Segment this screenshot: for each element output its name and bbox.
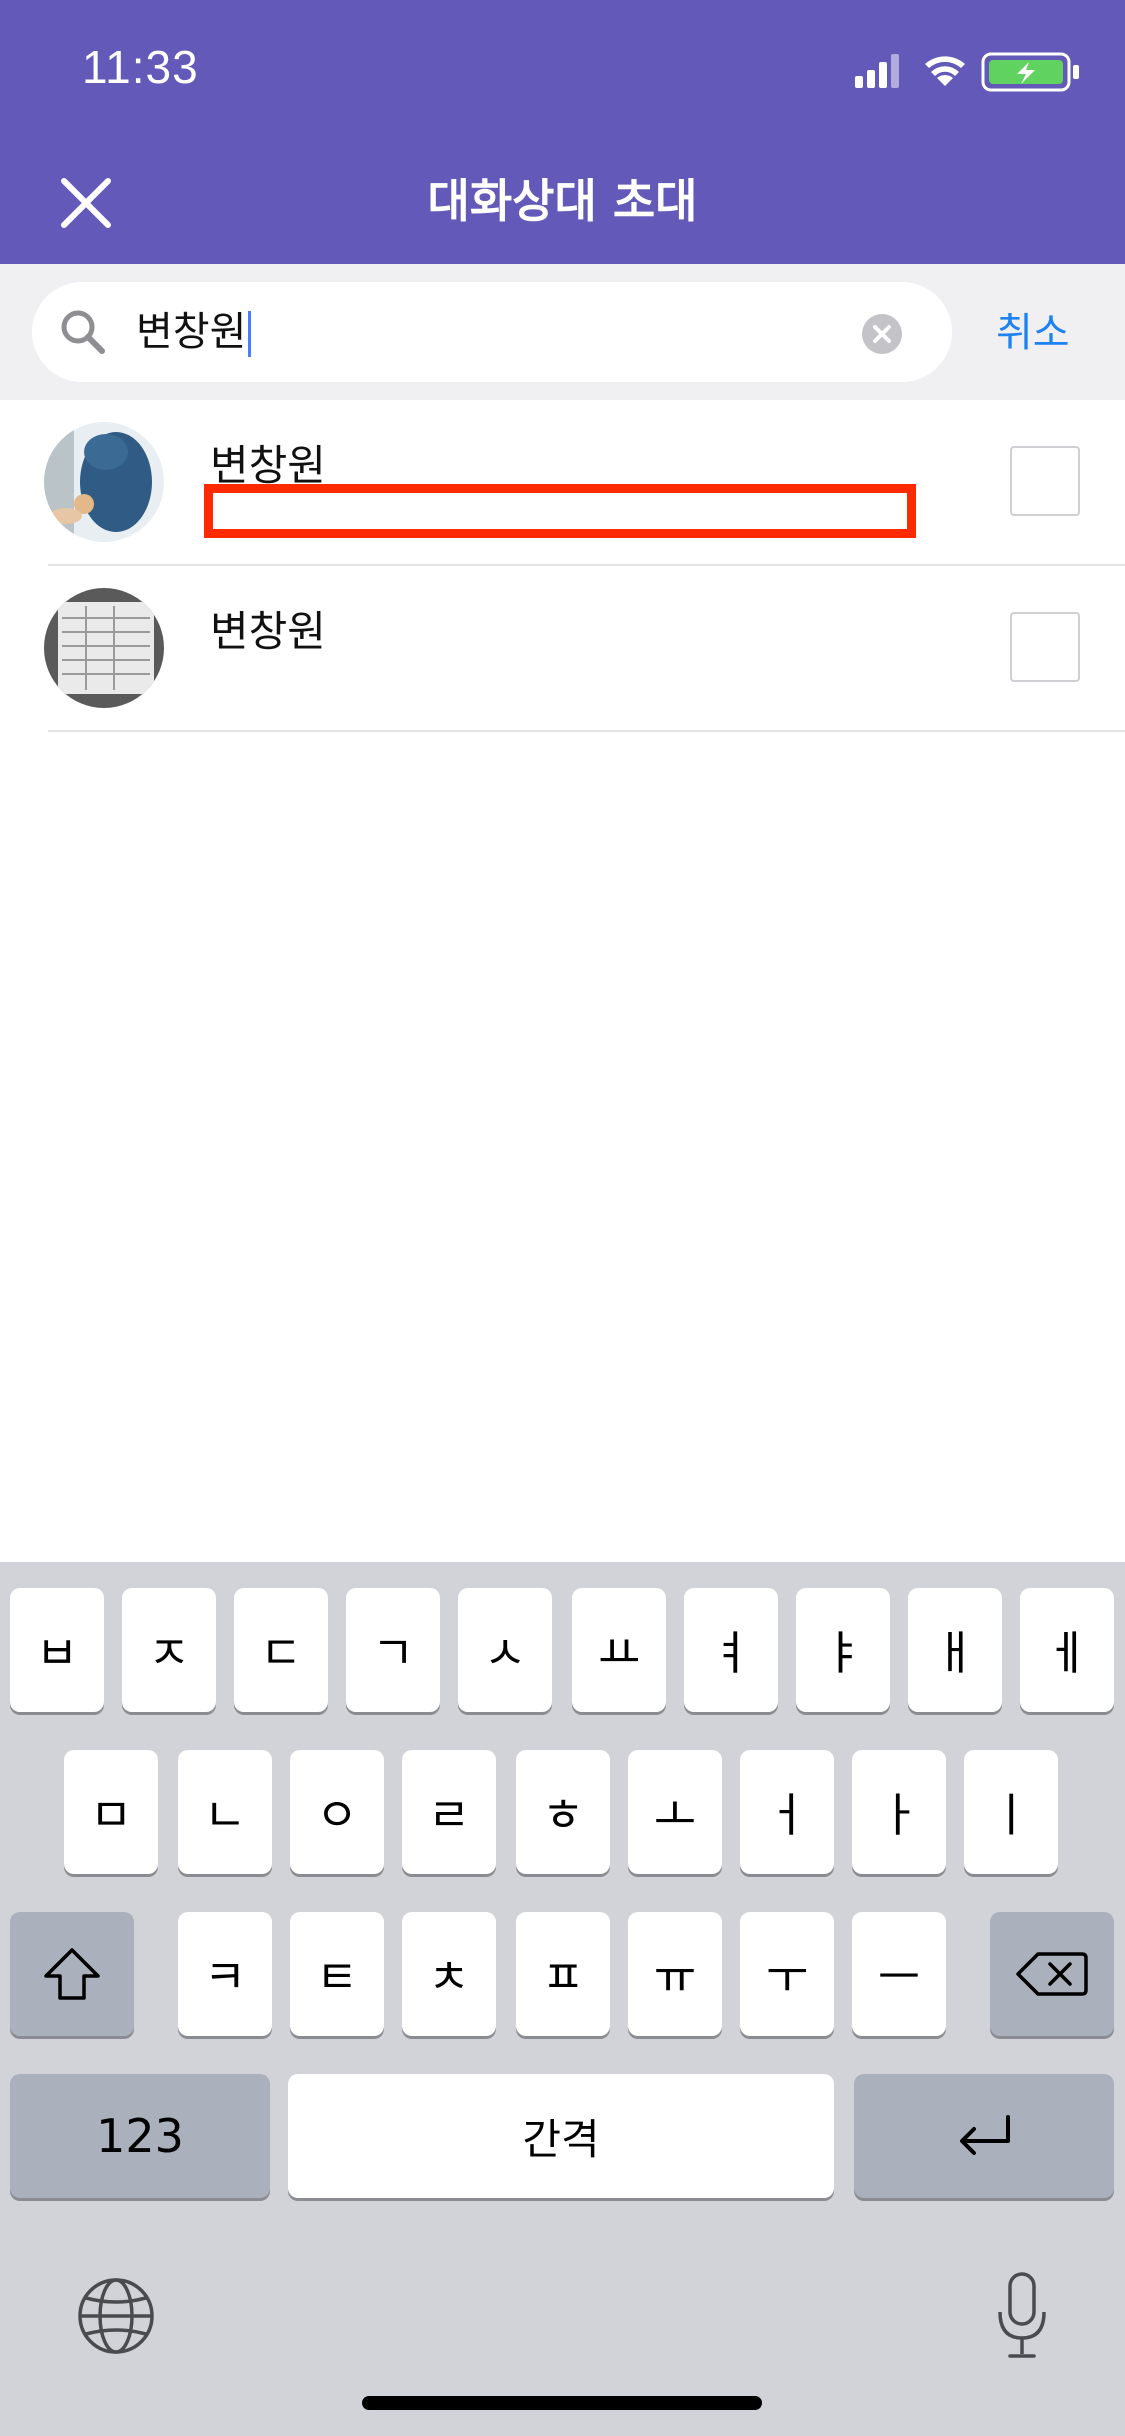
key[interactable]: ㅔ xyxy=(1020,1588,1114,1712)
key[interactable]: ㅈ xyxy=(122,1588,216,1712)
highlight-box xyxy=(204,484,916,538)
cancel-search-button[interactable]: 취소 xyxy=(996,300,1070,358)
key[interactable]: ㅕ xyxy=(684,1588,778,1712)
key[interactable]: ㅌ xyxy=(290,1912,384,2036)
keyboard: ㅂ ㅈ ㄷ ㄱ ㅅ ㅛ ㅕ ㅑ ㅐ ㅔ ㅁ ㄴ ㅇ ㄹ ㅎ ㅗ ㅓ ㅏ ㅣ ㅋ … xyxy=(0,1562,1125,2436)
avatar-image xyxy=(44,422,164,542)
clear-search-button[interactable] xyxy=(862,314,902,354)
key[interactable]: ㅍ xyxy=(516,1912,610,2036)
status-time: 11:33 xyxy=(82,41,199,93)
contact-name: 변창원 xyxy=(210,607,326,656)
contact-row[interactable]: 변창원 xyxy=(44,566,1125,732)
search-bar: 변창원 취소 xyxy=(0,264,1125,400)
key[interactable]: ㅊ xyxy=(402,1912,496,2036)
key[interactable]: ㄱ xyxy=(346,1588,440,1712)
key[interactable]: ㅎ xyxy=(516,1750,610,1874)
page-title: 대화상대 초대 xyxy=(427,174,698,228)
avatar xyxy=(44,422,164,542)
delete-icon xyxy=(1016,1952,1088,1996)
microphone-icon xyxy=(998,2272,1046,2358)
search-input[interactable]: 변창원 xyxy=(32,282,952,382)
key[interactable]: ㄹ xyxy=(402,1750,496,1874)
clear-icon xyxy=(873,325,891,343)
key[interactable]: ㄴ xyxy=(178,1750,272,1874)
status-icons-svg xyxy=(855,52,1079,92)
select-checkbox[interactable] xyxy=(1010,612,1080,682)
globe-button[interactable] xyxy=(74,2274,158,2358)
search-icon xyxy=(61,310,105,354)
wifi-icon xyxy=(925,56,965,86)
contact-row[interactable]: 변창원 xyxy=(44,400,1125,566)
shift-key[interactable] xyxy=(10,1912,134,2036)
select-checkbox[interactable] xyxy=(1010,446,1080,516)
header: 11:33 대화상대 초대 xyxy=(0,0,1125,264)
key[interactable]: ㅁ xyxy=(64,1750,158,1874)
contact-list: 변창원 변창원 xyxy=(0,400,1125,732)
invite-contacts-screen: 11:33 대화상대 초대 변창원 취소 변창원 변창원 ㅂ ㅈ ㄷ ㄱ ㅅ ㅛ… xyxy=(0,0,1125,2436)
search-text: 변창원 xyxy=(136,309,247,355)
space-key[interactable]: 간격 xyxy=(288,2074,834,2198)
key[interactable]: ㅇ xyxy=(290,1750,384,1874)
return-key[interactable] xyxy=(854,2074,1114,2198)
key[interactable]: ㅂ xyxy=(10,1588,104,1712)
key[interactable]: ㅗ xyxy=(628,1750,722,1874)
key[interactable]: ㅐ xyxy=(908,1588,1002,1712)
delete-key[interactable] xyxy=(990,1912,1114,2036)
key[interactable]: ㅡ xyxy=(852,1912,946,2036)
search-input-value: 변창원 xyxy=(136,304,252,360)
key[interactable]: ㅜ xyxy=(740,1912,834,2036)
key[interactable]: ㅣ xyxy=(964,1750,1058,1874)
return-icon xyxy=(960,2115,1010,2155)
globe-icon xyxy=(78,2278,154,2354)
cellular-signal-icon xyxy=(855,54,899,88)
status-icons xyxy=(855,48,1085,92)
key[interactable]: ㅏ xyxy=(852,1750,946,1874)
battery-icon xyxy=(981,52,1079,92)
key[interactable]: ㅅ xyxy=(458,1588,552,1712)
avatar xyxy=(44,588,164,708)
key[interactable]: ㅋ xyxy=(178,1912,272,2036)
text-caret xyxy=(248,311,252,357)
avatar-image xyxy=(44,588,164,708)
key[interactable]: ㅓ xyxy=(740,1750,834,1874)
numbers-key[interactable]: 123 xyxy=(10,2074,270,2198)
dictation-button[interactable] xyxy=(992,2270,1052,2362)
key[interactable]: ㅛ xyxy=(572,1588,666,1712)
shift-icon xyxy=(44,1948,100,2000)
key[interactable]: ㅠ xyxy=(628,1912,722,2036)
home-indicator[interactable] xyxy=(362,2396,762,2410)
key[interactable]: ㅑ xyxy=(796,1588,890,1712)
key[interactable]: ㄷ xyxy=(234,1588,328,1712)
